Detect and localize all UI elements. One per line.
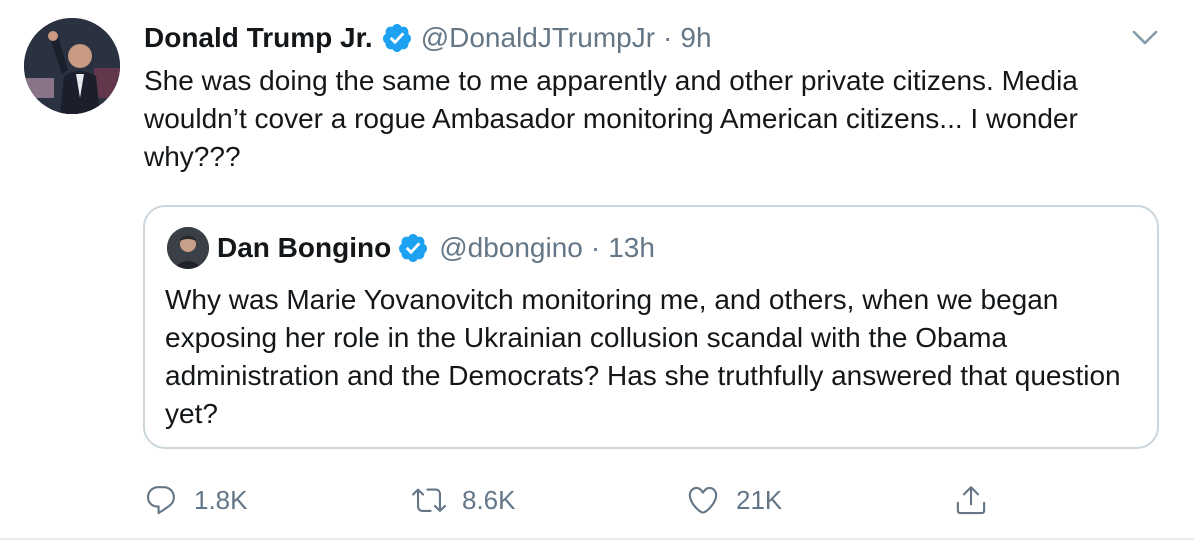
quoted-tweet-timestamp[interactable]: 13h xyxy=(608,232,655,264)
quoted-avatar-photo xyxy=(167,227,209,269)
chevron-down-icon[interactable] xyxy=(1130,28,1160,48)
retweet-icon xyxy=(412,488,446,512)
verified-badge-icon xyxy=(382,24,411,52)
tweet-actions: 1.8K 8.6K 21K xyxy=(144,478,1144,522)
like-button[interactable]: 21K xyxy=(686,478,782,522)
quoted-author-name[interactable]: Dan Bongino xyxy=(217,232,391,264)
heart-icon xyxy=(688,486,718,514)
separator-dot: · xyxy=(590,232,601,263)
share-button[interactable] xyxy=(954,478,988,522)
quoted-tweet[interactable]: Dan Bongino @dbongino · 13h Why was Mari… xyxy=(143,205,1159,449)
quoted-tweet-header: Dan Bongino @dbongino · 13h xyxy=(217,227,655,269)
quoted-author-handle[interactable]: @dbongino xyxy=(439,232,583,264)
separator-dot: · xyxy=(663,22,673,53)
tweet[interactable]: Donald Trump Jr. @DonaldJTrumpJr · 9h Sh… xyxy=(0,0,1194,540)
tweet-timestamp[interactable]: 9h xyxy=(680,22,711,54)
avatar-photo xyxy=(24,18,120,114)
reply-icon xyxy=(146,486,175,515)
share-icon xyxy=(956,486,986,515)
author-avatar[interactable] xyxy=(24,18,120,114)
verified-badge-icon xyxy=(399,234,428,262)
quoted-author-avatar[interactable] xyxy=(167,227,209,269)
quoted-tweet-text: Why was Marie Yovanovitch monitoring me,… xyxy=(165,284,1121,429)
tweet-header: Donald Trump Jr. @DonaldJTrumpJr · 9h xyxy=(144,18,712,58)
retweet-count: 8.6K xyxy=(462,484,516,515)
retweet-button[interactable]: 8.6K xyxy=(412,478,516,522)
tweet-text: She was doing the same to me apparently … xyxy=(144,65,1078,172)
reply-button[interactable]: 1.8K xyxy=(144,478,248,522)
author-handle[interactable]: @DonaldJTrumpJr xyxy=(421,22,655,54)
author-name[interactable]: Donald Trump Jr. xyxy=(144,22,373,54)
reply-count: 1.8K xyxy=(194,484,248,515)
like-count: 21K xyxy=(736,484,783,515)
